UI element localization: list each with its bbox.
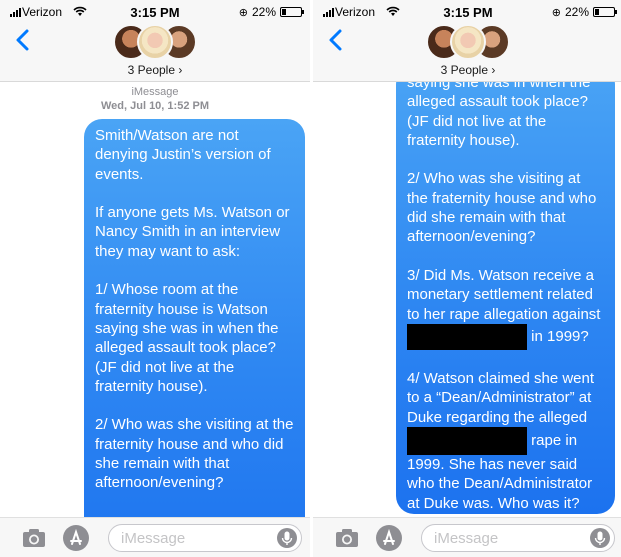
compose-bar: [313, 517, 621, 557]
timestamp: Wed, Jul 10, 1:52 PM: [100, 100, 209, 112]
battery-icon: [280, 7, 304, 17]
question-2: 2/ Who was she visiting at the fraternit…: [407, 170, 597, 246]
battery-percent: 22%: [564, 5, 589, 19]
people-count-label: 3 People: [127, 63, 176, 77]
battery-area: ⊕ 22%: [238, 5, 304, 19]
avatar: [137, 24, 173, 60]
chevron-left-icon[interactable]: [327, 28, 347, 52]
message-bubble[interactable]: Smith/Watson are not denying Justin’s ve…: [84, 119, 305, 557]
screenshot-left: Verizon 3:15 PM ⊕ 22% 3 People › iMessag…: [0, 0, 310, 557]
conversation-header: Verizon 3:15 PM ⊕ 22% 3 People ›: [313, 0, 621, 82]
microphone-icon[interactable]: [590, 528, 610, 548]
chevron-right-icon: ›: [491, 63, 496, 77]
rotation-lock-icon: ⊕: [238, 6, 248, 19]
question-3-text: 3/ Did Ms. Watson receive a monetary set…: [407, 266, 601, 323]
group-avatars[interactable]: [113, 24, 197, 62]
group-details-button[interactable]: 3 People ›: [313, 63, 621, 77]
people-count-label: 3 People: [440, 63, 489, 77]
conversation-header: Verizon 3:15 PM ⊕ 22% 3 People ›: [0, 0, 310, 82]
redaction-box: [407, 323, 527, 350]
thread-meta: iMessage Wed, Jul 10, 1:52 PM: [0, 85, 310, 113]
question-3-text: in 1999?: [531, 327, 589, 345]
question-1: 1/ Whose room at the fraternity house is…: [95, 281, 279, 395]
battery-area: ⊕ 22%: [551, 5, 617, 19]
app-store-icon[interactable]: [63, 525, 89, 551]
status-bar: Verizon 3:15 PM ⊕ 22%: [313, 0, 621, 24]
question-4-text: 4/ Watson claimed she went to a “Dean/Ad…: [407, 370, 595, 426]
message-paragraph: Smith/Watson are not denying Justin’s ve…: [95, 127, 271, 183]
message-input[interactable]: [108, 524, 302, 552]
question-1-tail: saying she was in when the alleged assau…: [407, 74, 591, 149]
camera-icon[interactable]: [22, 527, 46, 549]
rotation-lock-icon: ⊕: [551, 6, 561, 19]
status-bar: Verizon 3:15 PM ⊕ 22%: [0, 0, 310, 24]
question-4: 4/ Watson claimed she went to a “Dean/Ad…: [407, 369, 605, 513]
service-label: iMessage: [131, 86, 179, 98]
message-input[interactable]: [421, 524, 615, 552]
message-bubble[interactable]: saying she was in when the alleged assau…: [396, 66, 615, 514]
group-details-button[interactable]: 3 People ›: [0, 63, 310, 77]
question-2: 2/ Who was she visiting at the fraternit…: [95, 416, 294, 492]
microphone-icon[interactable]: [277, 528, 297, 548]
app-store-icon[interactable]: [376, 525, 402, 551]
avatar: [450, 24, 486, 60]
compose-bar: [0, 517, 310, 557]
chevron-left-icon[interactable]: [14, 28, 34, 52]
battery-percent: 22%: [251, 5, 276, 19]
camera-icon[interactable]: [335, 527, 359, 549]
message-paragraph: If anyone gets Ms. Watson or Nancy Smith…: [95, 204, 290, 260]
screenshot-right: saying she was in when the alleged assau…: [313, 0, 621, 557]
chevron-right-icon: ›: [178, 63, 183, 77]
question-3: 3/ Did Ms. Watson receive a monetary set…: [407, 266, 605, 350]
redaction-box: [407, 427, 527, 456]
battery-icon: [593, 7, 617, 17]
group-avatars[interactable]: [426, 24, 510, 62]
